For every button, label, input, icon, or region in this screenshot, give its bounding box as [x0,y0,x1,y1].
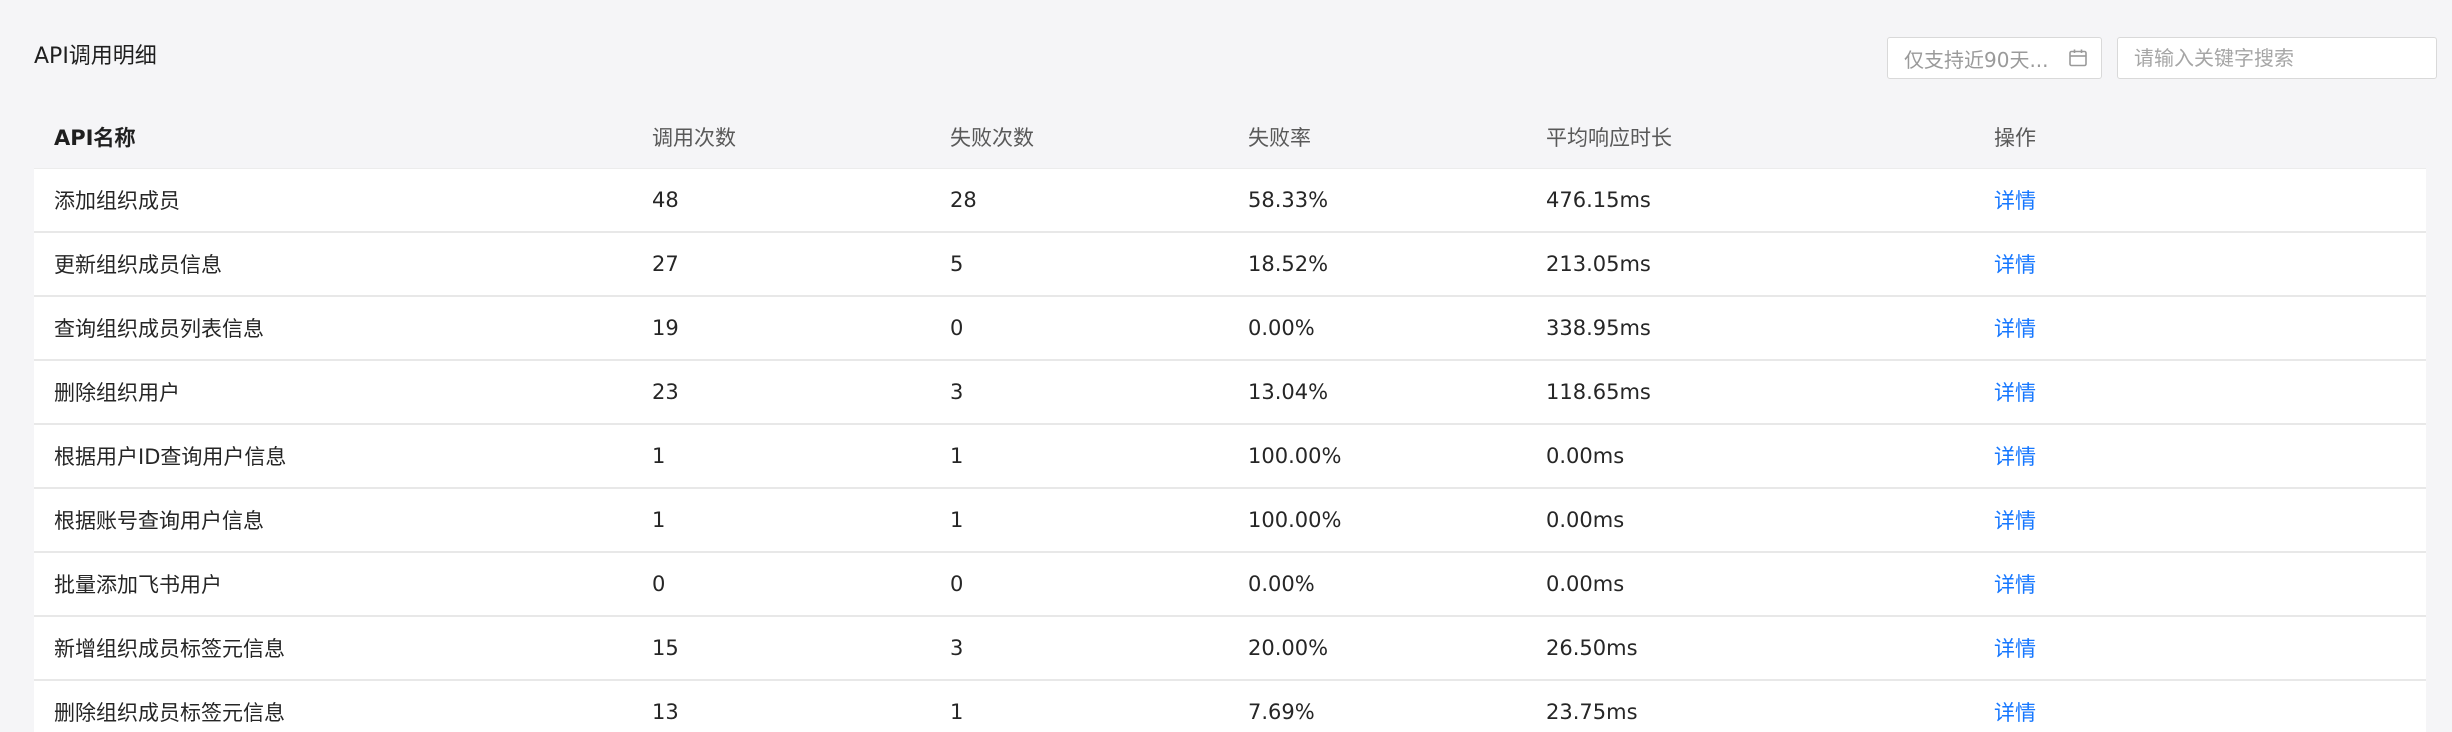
column-header-avg-response-time: 平均响应时长 [1546,125,1672,150]
details-link[interactable]: 详情 [1994,573,2036,597]
api-call-details-panel: API调用明细 仅支持近90天... API名称 调用次数 失败次数 失败率 平… [0,0,2452,732]
column-header-failure-rate: 失败率 [1248,125,1311,150]
avg-response-time-cell: 118.65ms [1546,380,1651,404]
table-row: 根据用户ID查询用户信息 1 1 100.00% 0.00ms 详情 [34,425,2426,489]
table-row: 添加组织成员 48 28 58.33% 476.15ms 详情 [34,169,2426,233]
calendar-icon [2069,49,2087,67]
failures-cell: 1 [950,508,964,532]
calls-cell: 13 [652,700,679,724]
details-link[interactable]: 详情 [1994,701,2036,725]
details-link[interactable]: 详情 [1994,509,2036,533]
api-name-cell: 根据用户ID查询用户信息 [54,445,287,469]
column-header-failures: 失败次数 [950,125,1034,150]
api-name-cell: 更新组织成员信息 [54,253,222,277]
api-name-cell: 删除组织用户 [54,381,180,405]
table-row: 新增组织成员标签元信息 15 3 20.00% 26.50ms 详情 [34,617,2426,681]
section-title: API调用明细 [34,44,157,69]
table-header: API名称 调用次数 失败次数 失败率 平均响应时长 操作 [34,105,2426,169]
failure-rate-cell: 18.52% [1248,252,1329,276]
failure-rate-cell: 0.00% [1248,316,1315,340]
avg-response-time-cell: 338.95ms [1546,316,1651,340]
calls-cell: 19 [652,316,679,340]
details-link[interactable]: 详情 [1994,317,2036,341]
avg-response-time-cell: 26.50ms [1546,636,1638,660]
failures-cell: 28 [950,188,977,212]
api-table: API名称 调用次数 失败次数 失败率 平均响应时长 操作 添加组织成员 48 … [34,105,2426,732]
date-range-label: 仅支持近90天... [1904,47,2049,72]
table-row: 删除组织成员标签元信息 13 1 7.69% 23.75ms 详情 [34,681,2426,732]
table-row: 更新组织成员信息 27 5 18.52% 213.05ms 详情 [34,233,2426,297]
failure-rate-cell: 100.00% [1248,508,1342,532]
avg-response-time-cell: 0.00ms [1546,508,1625,532]
failures-cell: 1 [950,700,964,724]
failures-cell: 5 [950,252,964,276]
api-name-cell: 批量添加飞书用户 [54,573,222,597]
calls-cell: 1 [652,444,666,468]
details-link[interactable]: 详情 [1994,253,2036,277]
failure-rate-cell: 7.69% [1248,700,1315,724]
calls-cell: 27 [652,252,679,276]
search-input[interactable] [2117,37,2437,79]
details-link[interactable]: 详情 [1994,189,2036,213]
calls-cell: 48 [652,188,679,212]
details-link[interactable]: 详情 [1994,637,2036,661]
failures-cell: 3 [950,380,964,404]
failures-cell: 1 [950,444,964,468]
calls-cell: 15 [652,636,679,660]
date-range-picker[interactable]: 仅支持近90天... [1887,37,2102,79]
failures-cell: 3 [950,636,964,660]
column-header-api-name: API名称 [54,125,136,150]
failure-rate-cell: 13.04% [1248,380,1329,404]
failure-rate-cell: 0.00% [1248,572,1315,596]
api-name-cell: 删除组织成员标签元信息 [54,701,285,725]
failure-rate-cell: 100.00% [1248,444,1342,468]
details-link[interactable]: 详情 [1994,445,2036,469]
calls-cell: 23 [652,380,679,404]
failure-rate-cell: 58.33% [1248,188,1329,212]
avg-response-time-cell: 0.00ms [1546,572,1625,596]
table-row: 查询组织成员列表信息 19 0 0.00% 338.95ms 详情 [34,297,2426,361]
calls-cell: 0 [652,572,666,596]
column-header-actions: 操作 [1994,125,2036,150]
api-name-cell: 添加组织成员 [54,189,180,213]
failures-cell: 0 [950,572,964,596]
table-row: 根据账号查询用户信息 1 1 100.00% 0.00ms 详情 [34,489,2426,553]
failure-rate-cell: 20.00% [1248,636,1329,660]
failures-cell: 0 [950,316,964,340]
details-link[interactable]: 详情 [1994,381,2036,405]
api-name-cell: 根据账号查询用户信息 [54,509,264,533]
column-header-calls: 调用次数 [652,125,736,150]
calls-cell: 1 [652,508,666,532]
avg-response-time-cell: 0.00ms [1546,444,1625,468]
avg-response-time-cell: 23.75ms [1546,700,1638,724]
api-name-cell: 新增组织成员标签元信息 [54,637,285,661]
table-row: 批量添加飞书用户 0 0 0.00% 0.00ms 详情 [34,553,2426,617]
table-row: 删除组织用户 23 3 13.04% 118.65ms 详情 [34,361,2426,425]
api-name-cell: 查询组织成员列表信息 [54,317,264,341]
avg-response-time-cell: 213.05ms [1546,252,1651,276]
avg-response-time-cell: 476.15ms [1546,188,1651,212]
